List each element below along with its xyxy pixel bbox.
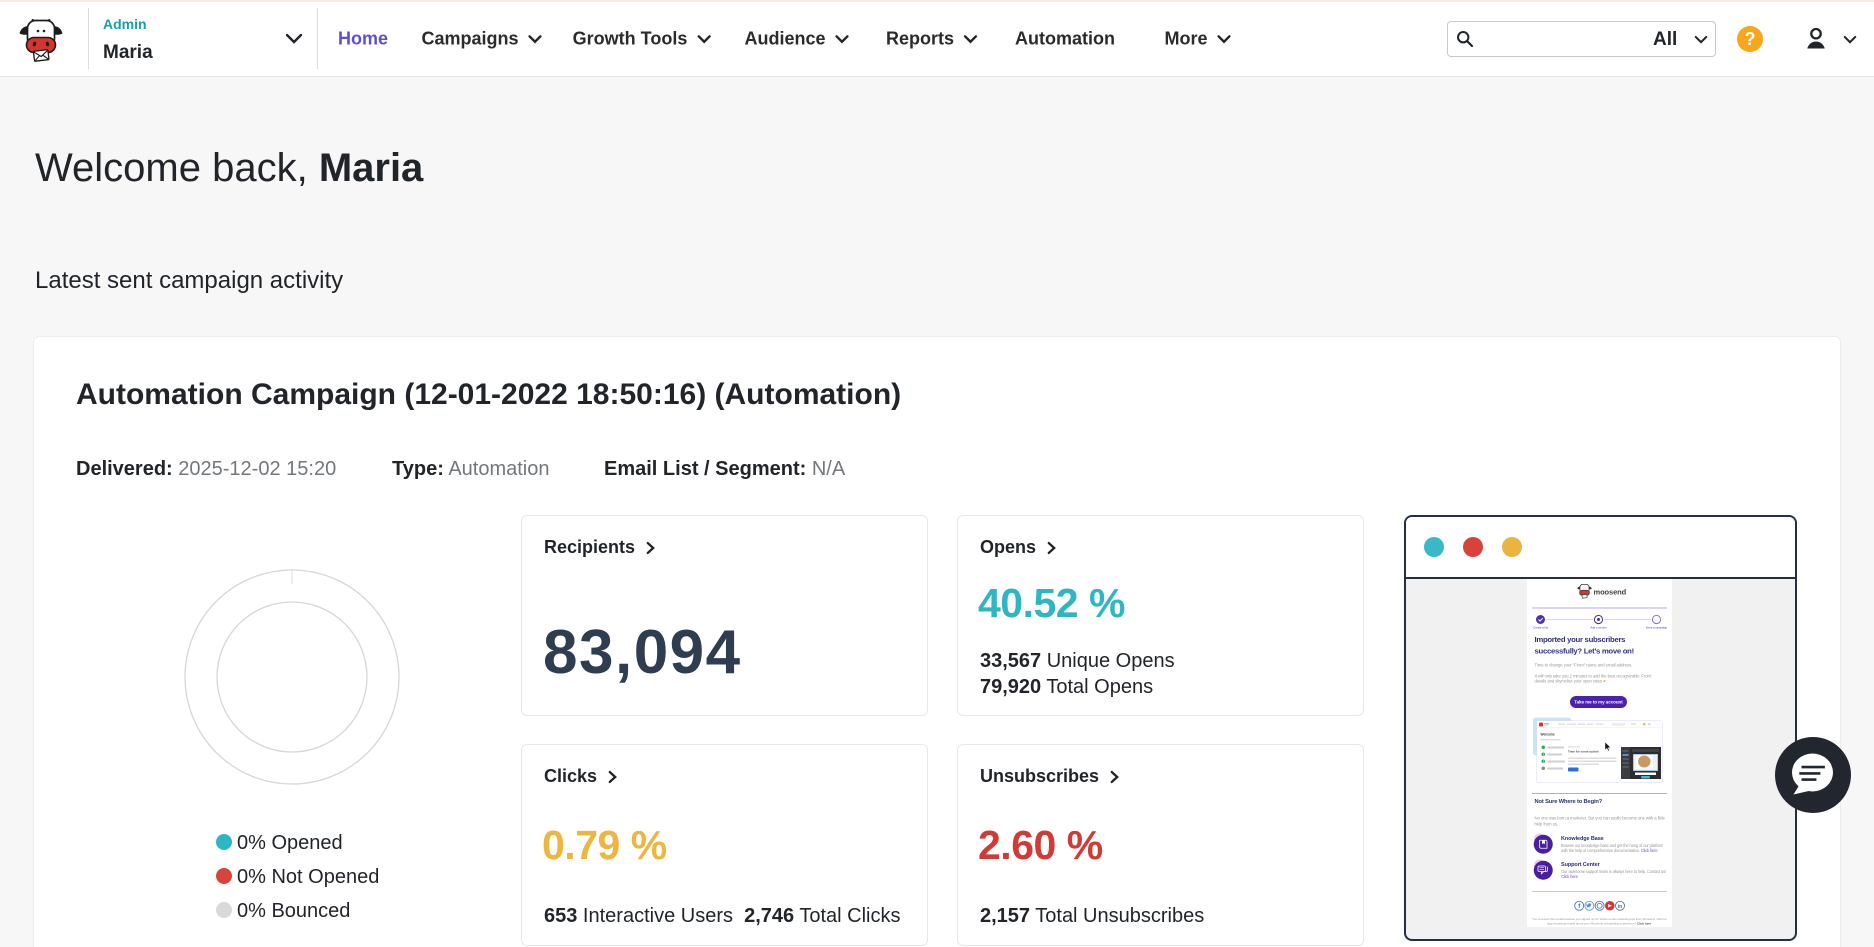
svg-text:in: in — [1618, 903, 1622, 909]
svg-text:f: f — [1578, 904, 1581, 910]
